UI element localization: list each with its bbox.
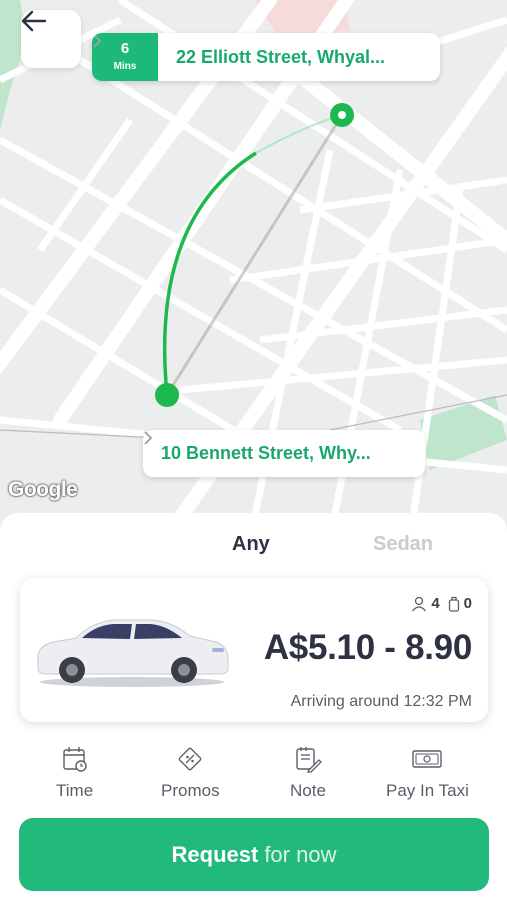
eta-unit: Mins xyxy=(113,61,137,72)
option-time[interactable]: Time xyxy=(56,745,93,801)
luggage-icon xyxy=(448,596,459,612)
luggage-count: 0 xyxy=(463,595,472,612)
ride-option-card[interactable]: 4 0 A$5.10 - 8.90 Arriving around 12:32 … xyxy=(20,578,488,722)
pickup-marker xyxy=(155,383,179,407)
map-view[interactable]: 6 Mins 22 Elliott Street, Whyal... 10 Be… xyxy=(0,0,507,540)
tab-any[interactable]: Any xyxy=(232,533,270,556)
arrow-left-icon xyxy=(21,10,47,32)
option-promos-label: Promos xyxy=(161,781,220,800)
park-area xyxy=(0,0,24,130)
destination-address: 22 Elliott Street, Whyal... xyxy=(176,46,386,67)
request-timing: for now xyxy=(264,841,337,867)
capacity-info: 4 0 xyxy=(411,595,472,612)
request-label: Request xyxy=(171,841,259,867)
park-area xyxy=(420,395,507,470)
tab-sedan[interactable]: Sedan xyxy=(373,533,433,556)
back-button[interactable] xyxy=(21,10,81,68)
option-pay-in-taxi[interactable]: Pay In Taxi xyxy=(386,745,469,801)
cash-icon xyxy=(412,750,443,768)
fare-estimate: A$5.10 - 8.90 xyxy=(263,628,472,667)
note-pencil-icon xyxy=(296,747,322,773)
option-time-label: Time xyxy=(56,781,94,800)
eta-value: 6 xyxy=(120,40,130,57)
pickup-pill[interactable]: 10 Bennett Street, Why... xyxy=(143,430,425,477)
car-image xyxy=(32,608,232,693)
option-note-label: Note xyxy=(290,781,326,800)
arrival-time: Arriving around 12:32 PM xyxy=(290,693,472,710)
vehicle-tabs: Any Sedan xyxy=(0,533,507,563)
destination-pill[interactable]: 6 Mins 22 Elliott Street, Whyal... xyxy=(92,33,440,81)
bottom-sheet: Any Sedan 4 0 A$5.10 - 8.90 Arriving aro… xyxy=(0,513,507,900)
google-attribution: Google xyxy=(8,478,78,501)
option-promos[interactable]: Promos xyxy=(161,745,220,801)
option-note[interactable]: Note xyxy=(290,745,326,801)
direct-line xyxy=(165,114,344,396)
passenger-count: 4 xyxy=(431,595,440,612)
pickup-address: 10 Bennett Street, Why... xyxy=(161,443,371,463)
passenger-icon xyxy=(412,596,427,611)
promo-ticket-icon xyxy=(178,747,202,771)
request-button[interactable]: Request for now xyxy=(19,818,489,891)
trip-options: Time Promos Note Pay In Taxi xyxy=(0,745,507,805)
calendar-clock-icon xyxy=(62,747,87,772)
option-pay-label: Pay In Taxi xyxy=(386,781,469,800)
